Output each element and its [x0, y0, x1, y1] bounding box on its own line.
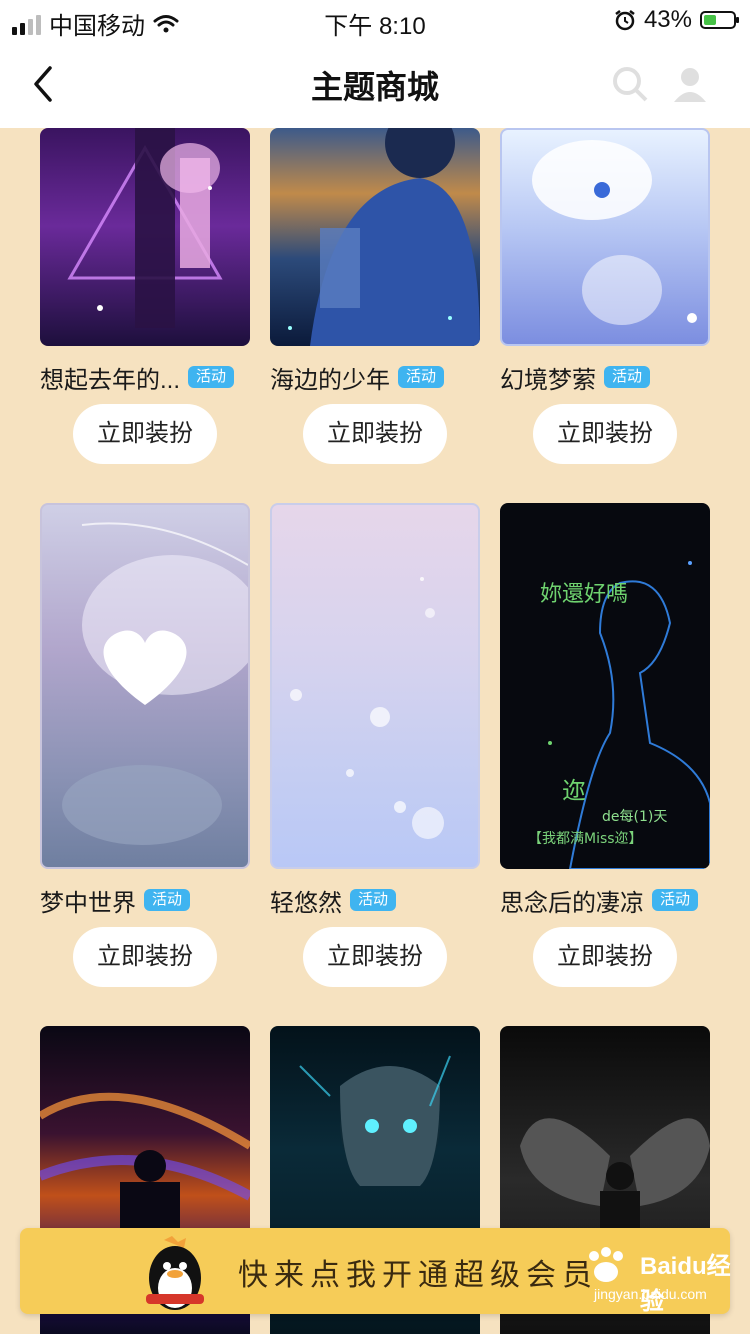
- apply-theme-button[interactable]: 立即装扮: [303, 927, 447, 987]
- user-icon[interactable]: [670, 64, 710, 104]
- theme-name-row: 想起去年的... 活动: [40, 360, 235, 394]
- watermark-url: jingyan.baidu.com: [594, 1286, 707, 1302]
- status-right: 43%: [614, 6, 739, 34]
- theme-preview-boy-image: [288, 128, 480, 346]
- vip-banner-text: 快来点我开通超级会员: [238, 1259, 598, 1292]
- activity-badge: 活动: [188, 366, 235, 388]
- theme-name-row: 海边的少年 活动: [270, 360, 445, 394]
- theme-name: 想起去年的...: [40, 366, 181, 394]
- theme-thumbnail[interactable]: [270, 128, 480, 346]
- super-vip-banner[interactable]: 快来点我开通超级会员 Baidu经验 jingyan.baidu.com: [20, 1228, 731, 1315]
- theme-name-row: 幻境梦萦 活动: [500, 360, 651, 394]
- baidu-paw-icon: [589, 1247, 623, 1282]
- art-text-3: de每(1)天: [602, 809, 667, 825]
- activity-badge: 活动: [652, 889, 699, 911]
- search-icon[interactable]: [610, 64, 650, 104]
- art-text-2: 迩: [562, 777, 586, 805]
- theme-name-row: 梦中世界 活动: [40, 883, 191, 917]
- theme-thumbnail[interactable]: [270, 503, 480, 869]
- activity-badge: 活动: [604, 366, 651, 388]
- activity-badge: 活动: [144, 889, 191, 911]
- battery-icon: [700, 11, 739, 29]
- watermark-brand: Baidu经验: [640, 1253, 731, 1315]
- theme-preview-dream-image: [532, 140, 697, 325]
- theme-preview-missing-image: 妳還好嗎 迩 de每(1)天 【我都满Miss迩】: [528, 561, 710, 869]
- theme-name-row: 思念后的凄凉 活动: [500, 883, 699, 917]
- activity-badge: 活动: [398, 366, 445, 388]
- theme-name: 海边的少年: [270, 366, 390, 394]
- theme-name: 轻悠然: [270, 889, 342, 917]
- theme-name-row: 轻悠然 活动: [270, 883, 397, 917]
- theme-name: 幻境梦萦: [500, 366, 596, 394]
- apply-theme-button[interactable]: 立即装扮: [73, 404, 217, 464]
- theme-preview-couple-image: [67, 128, 223, 328]
- art-text-1: 妳還好嗎: [540, 582, 628, 607]
- alarm-icon: [615, 10, 635, 31]
- theme-name: 梦中世界: [40, 889, 136, 917]
- baidu-jingyan-watermark: Baidu经验 jingyan.baidu.com: [580, 1246, 750, 1315]
- theme-thumbnail[interactable]: 妳還好嗎 迩 de每(1)天 【我都满Miss迩】: [500, 503, 710, 869]
- theme-thumbnail[interactable]: [40, 128, 250, 346]
- qq-penguin-icon: [146, 1236, 204, 1310]
- apply-theme-button[interactable]: 立即装扮: [303, 404, 447, 464]
- theme-preview-heart-image: [62, 522, 248, 845]
- art-text-4: 【我都满Miss迩】: [528, 831, 643, 847]
- theme-thumbnail[interactable]: [40, 503, 250, 869]
- apply-theme-button[interactable]: 立即装扮: [533, 927, 677, 987]
- apply-theme-button[interactable]: 立即装扮: [533, 404, 677, 464]
- activity-badge: 活动: [350, 889, 397, 911]
- theme-thumbnail[interactable]: [500, 128, 710, 346]
- theme-name: 思念后的凄凉: [500, 889, 644, 917]
- status-bar: 中国移动 下午 8:10 43%: [0, 0, 750, 40]
- nav-bar: 主题商城: [0, 40, 750, 128]
- theme-preview-bubbles-image: [290, 577, 444, 839]
- apply-theme-button[interactable]: 立即装扮: [73, 927, 217, 987]
- battery-percent: 43%: [643, 6, 692, 33]
